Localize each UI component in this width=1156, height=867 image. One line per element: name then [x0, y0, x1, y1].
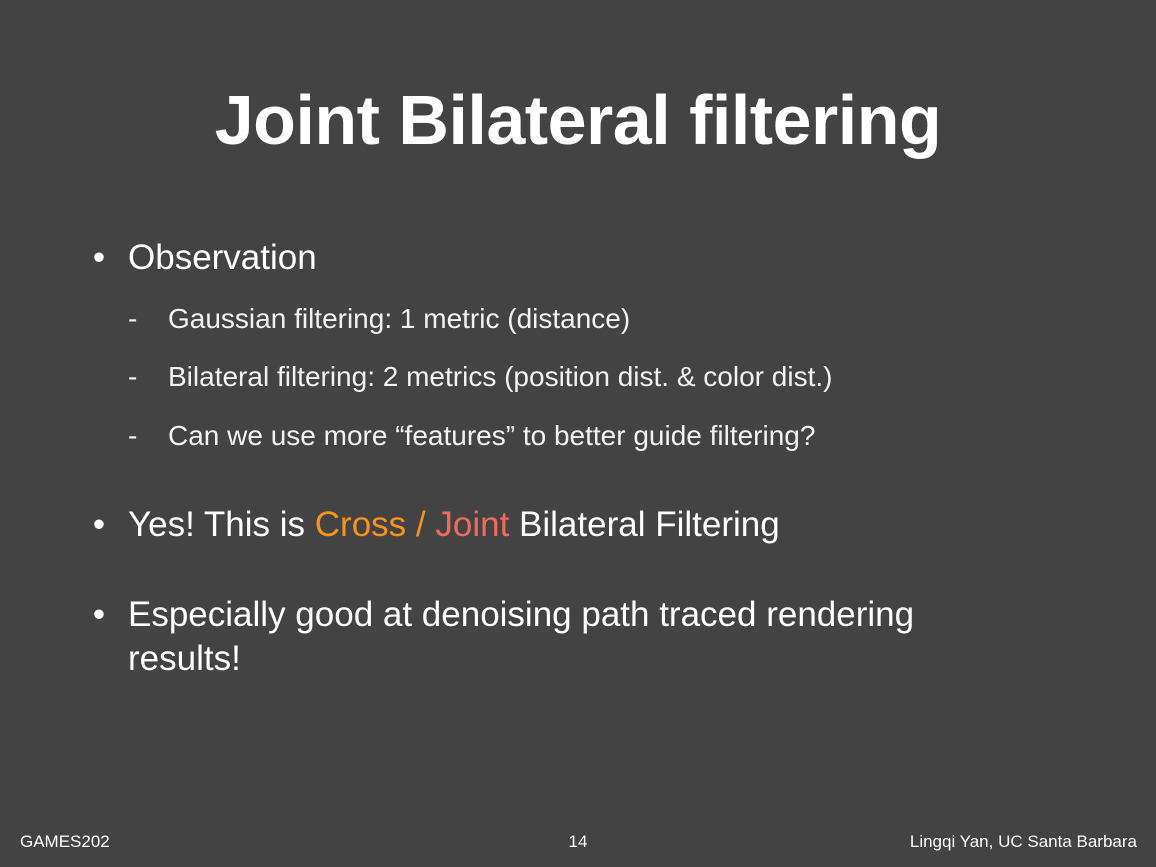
- text-part: Yes! This is: [128, 505, 315, 544]
- bullet-text: Yes! This is Cross / Joint Bilateral Fil…: [128, 503, 1008, 547]
- bullet-marker: •: [92, 595, 106, 634]
- bullet-text: Especially good at denoising path traced…: [128, 595, 915, 678]
- slide-title: Joint Bilateral filtering: [214, 81, 942, 159]
- footer-author: Lingqi Yan, UC Santa Barbara: [909, 832, 1137, 851]
- bullet-marker: •: [92, 505, 106, 544]
- subitem-text: Can we use more “features” to better gui…: [168, 420, 816, 451]
- subitem-text: Gaussian filtering: 1 metric (distance): [168, 303, 631, 334]
- joint-highlight: Joint: [435, 505, 510, 544]
- subitem-marker: -: [128, 303, 138, 334]
- subitem-marker: -: [128, 361, 138, 392]
- cross-highlight: Cross: [314, 505, 407, 544]
- slash-separator: /: [406, 505, 436, 544]
- slide: Joint Bilateral filtering • Observation …: [0, 0, 1156, 867]
- subitem-text: Bilateral filtering: 2 metrics (position…: [168, 361, 833, 392]
- bullet-marker: •: [92, 238, 106, 277]
- text-part: Bilateral Filtering: [509, 505, 780, 544]
- subitem-marker: -: [128, 420, 138, 451]
- bullet-text: Observation: [128, 238, 317, 277]
